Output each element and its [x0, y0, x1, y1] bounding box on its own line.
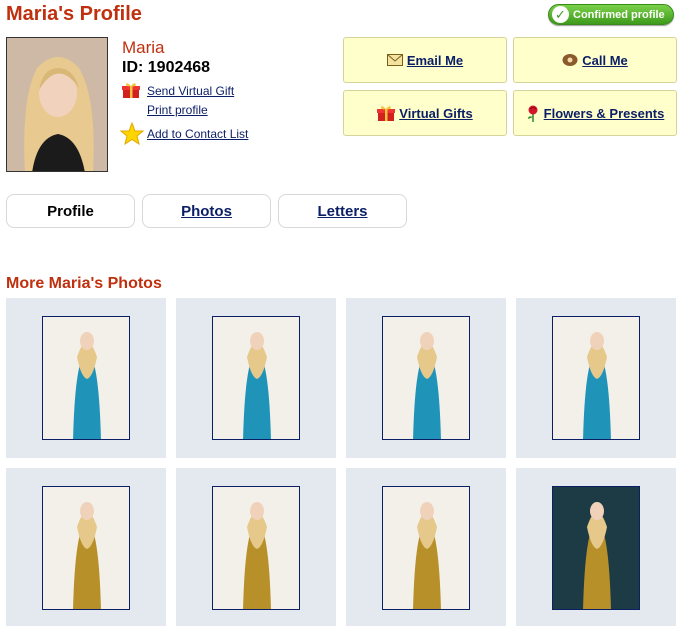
gallery-photo[interactable] — [176, 298, 336, 458]
gallery-photo[interactable] — [346, 468, 506, 626]
add-to-contact-list-link[interactable]: Add to Contact List — [120, 122, 248, 146]
gallery-photo[interactable] — [6, 298, 166, 458]
page-title: Maria's Profile — [6, 3, 142, 25]
photo-thumbnail — [382, 486, 470, 610]
gift-icon — [377, 105, 396, 121]
gallery-photo[interactable] — [346, 298, 506, 458]
tab-profile[interactable]: Profile — [6, 194, 135, 228]
photo-thumbnail — [552, 486, 640, 610]
print-profile-link[interactable]: Print profile — [147, 103, 208, 117]
profile-name: Maria — [122, 38, 165, 57]
send-virtual-gift-label[interactable]: Send Virtual Gift — [147, 84, 234, 98]
send-virtual-gift-link[interactable]: Send Virtual Gift — [122, 82, 234, 99]
gallery-photo[interactable] — [516, 468, 676, 626]
photo-thumbnail — [212, 486, 300, 610]
gallery-title: More Maria's Photos — [6, 275, 162, 292]
profile-photo[interactable] — [6, 37, 108, 172]
add-to-contact-list-label[interactable]: Add to Contact List — [147, 127, 248, 141]
call-me-button[interactable]: Call Me — [513, 37, 677, 83]
photo-thumbnail — [42, 316, 130, 440]
photo-thumbnail — [552, 316, 640, 440]
photo-thumbnail — [42, 486, 130, 610]
flowers-presents-button[interactable]: Flowers & Presents — [513, 90, 677, 136]
virtual-gifts-button[interactable]: Virtual Gifts — [343, 90, 507, 136]
phone-icon — [562, 54, 578, 66]
gift-icon — [122, 83, 140, 98]
photo-thumbnail — [212, 316, 300, 440]
portrait-image — [7, 38, 107, 171]
photo-thumbnail — [382, 316, 470, 440]
tab-photos[interactable]: Photos — [142, 194, 271, 228]
gallery-photo[interactable] — [176, 468, 336, 626]
tab-letters[interactable]: Letters — [278, 194, 407, 228]
gallery-photo[interactable] — [516, 298, 676, 458]
checkmark-icon: ✓ — [552, 6, 569, 23]
profile-id: ID: 1902468 — [122, 59, 211, 76]
star-icon — [120, 122, 144, 146]
gallery-photo[interactable] — [6, 468, 166, 626]
rose-icon — [527, 105, 538, 122]
confirmed-profile-badge: ✓ Confirmed profile — [548, 4, 674, 25]
envelope-icon — [386, 54, 403, 66]
email-me-button[interactable]: Email Me — [343, 37, 507, 83]
confirmed-label: Confirmed profile — [573, 8, 665, 21]
